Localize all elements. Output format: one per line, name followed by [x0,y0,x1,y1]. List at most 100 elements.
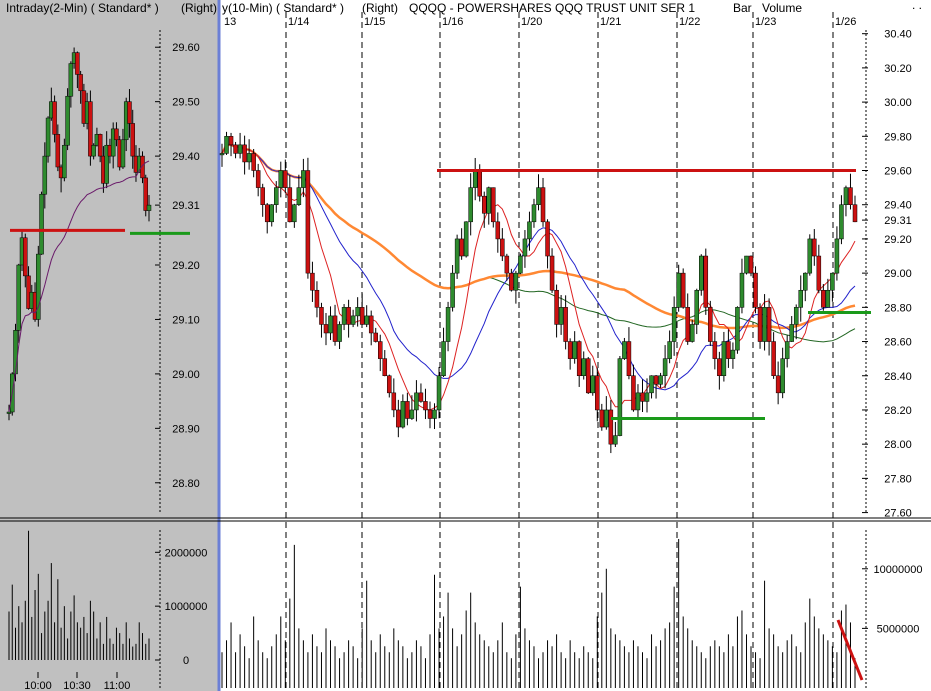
multiday-candle-94 [644,392,650,402]
multiday-candle-27 [341,307,347,325]
multiday-candle-98 [662,358,668,377]
multiday-candle-114 [735,307,740,351]
multiday-candle-11 [269,204,274,223]
intraday-volume-ytick-1: 1000000 [165,601,208,613]
intraday-period-label[interactable]: Intraday(2-Min) ( Standard* ) [6,1,159,15]
multiday-candle-90 [626,341,632,377]
intraday-candle-33 [114,128,119,141]
multiday-ytick-label-8: 29.00 [884,268,912,280]
multiday-candle-133 [821,289,826,308]
intraday-candle-21 [75,52,80,75]
multiday-candle-71 [540,187,546,223]
multiday-candle-56 [472,170,478,188]
multiday-ytick-label-13: 28.00 [884,439,912,451]
multiday-candle-110 [717,358,722,377]
multiday-candle-89 [622,341,627,359]
multiday-ytick-label-4: 29.60 [884,166,912,178]
multiday-candle-84 [599,409,605,428]
multiday-candle-37 [387,375,392,394]
symbol-title: QQQQ - POWERSHARES QQQ TRUST UNIT SER 1 [409,1,696,15]
multiday-candle-118 [753,272,758,308]
multiday-ytick-label-9: 28.80 [884,302,912,314]
multiday-candle-58 [481,195,487,214]
multiday-candle-88 [617,358,623,436]
multiday-candle-72 [545,221,550,257]
multiday-candle-41 [405,401,410,419]
multiday-candle-128 [798,289,803,308]
multiday-candle-123 [775,375,781,394]
multiday-candle-14 [283,170,288,188]
multiday-ytick-label-12: 28.20 [884,405,912,417]
multiday-candle-40 [400,401,406,428]
intraday-candle-3 [16,264,22,331]
intraday-candle-38 [130,123,135,157]
chart-window: 29.60 29.50 29.40 29.31 29.20 29.10 29.00 28.90… [0,0,931,691]
multiday-candle-135 [830,272,835,291]
multiday-candle-17 [296,187,302,205]
volume-study-label[interactable]: Volume [762,1,802,15]
intraday-xtick-1: 10:30 [63,680,91,691]
multiday-candle-140 [852,204,858,223]
multiday-candle-33 [368,315,374,334]
multiday-candle-87 [613,435,618,445]
multiday-volume-ytick-0: 10000000 [874,564,923,576]
multiday-candle-38 [391,392,397,411]
intraday-ytick-label-6: 29.00 [172,369,200,381]
date-label-8: 1/26 [835,16,856,28]
multiday-candle-44 [418,392,424,402]
chart-style-label[interactable]: Bar [733,1,752,15]
multiday-candle-138 [843,187,849,205]
multiday-candle-137 [839,204,844,240]
intraday-candle-15 [55,134,61,168]
intraday-ytick-label-4: 29.20 [172,260,200,272]
multiday-candle-2 [228,136,234,146]
multiday-candle-61 [495,221,501,240]
multiday-candle-5 [242,144,247,163]
intraday-ytick-label-1: 29.50 [172,97,200,109]
multiday-candle-47 [432,409,437,419]
multiday-candle-126 [789,324,794,342]
multiday-ytick-label-15: 27.60 [884,508,912,520]
multiday-candle-52 [454,238,460,274]
multiday-period-label[interactable]: y(10-Min) ( Standard* ) [222,1,344,15]
intraday-scale-label[interactable]: (Right) [181,1,217,15]
multiday-candle-96 [653,375,659,385]
multiday-candle-36 [382,358,388,377]
multiday-candle-91 [631,375,636,411]
multiday-candle-63 [504,255,510,274]
multiday-candle-99 [667,341,672,359]
multiday-candle-113 [730,349,736,359]
multiday-candle-28 [346,307,351,325]
multiday-candle-131 [812,238,817,257]
intraday-volume-ytick-0: 2000000 [165,547,208,559]
multiday-candle-78 [572,341,577,359]
multiday-candle-117 [748,255,754,274]
multiday-candle-107 [703,255,709,308]
multiday-candle-29 [350,315,356,325]
intraday-ytick-label-5: 29.10 [172,314,200,326]
intraday-candle-17 [62,144,67,179]
intraday-candle-5 [23,237,28,277]
multiday-candle-106 [699,255,704,291]
multiday-candle-116 [744,255,749,274]
multiday-candle-85 [604,409,609,428]
multiday-ytick-label-11: 28.40 [884,371,912,383]
multiday-ytick-label-10: 28.60 [884,337,912,349]
multiday-candle-121 [766,307,772,342]
multiday-candle-22 [319,307,324,325]
multiday-candle-31 [359,307,365,325]
date-label-6: 1/22 [679,16,700,28]
multiday-candle-62 [500,238,505,257]
multiday-candle-57 [477,170,482,197]
multiday-candle-10 [264,204,270,223]
multiday-candle-54 [463,221,469,257]
multiday-scale-label[interactable]: (Right) [362,1,398,15]
multiday-candle-0 [219,153,225,156]
multiday-candle-81 [585,358,591,394]
multiday-volume-ytick-1: 5000000 [877,623,920,635]
multiday-candle-67 [522,238,528,257]
multiday-candle-65 [513,272,519,291]
multiday-candle-59 [486,187,492,214]
multiday-ytick-label-14: 27.80 [884,473,912,485]
multiday-candle-112 [726,341,731,359]
